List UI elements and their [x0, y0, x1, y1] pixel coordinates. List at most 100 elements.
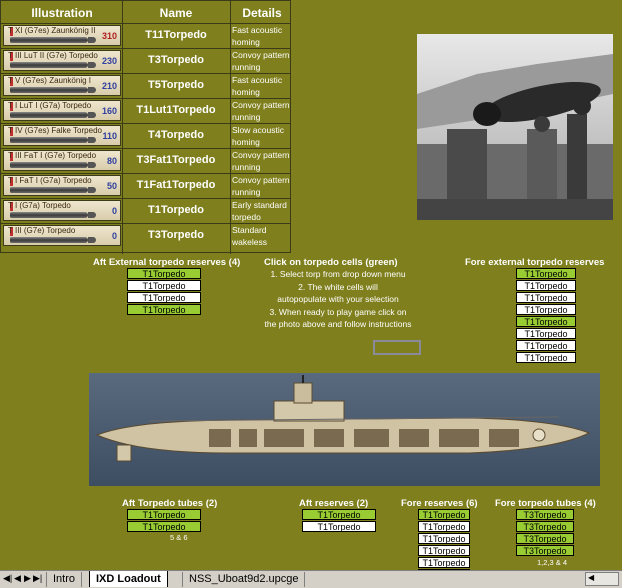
table-row: T XI (G7es) Zaunkönig II 310 T11Torpedo … [1, 23, 291, 48]
torpedo-illus-label: T III LuT II (G7e) Torpedo [8, 51, 98, 60]
instruction-line: the photo above and follow instructions [264, 319, 412, 329]
torpedo-cell[interactable]: T1Torpedo [127, 304, 201, 315]
torpedo-illustration: T III (G7e) Torpedo 0 [3, 225, 121, 246]
torpedo-illustration: T I FaT I (G7a) Torpedo 50 [3, 175, 121, 196]
torpedo-cell[interactable]: T3Torpedo [516, 509, 574, 520]
torpedo-cell[interactable]: T1Torpedo [302, 509, 376, 520]
torpedo-cell[interactable]: T3Torpedo [516, 533, 574, 544]
torpedo-tip-icon [88, 37, 96, 43]
torpedo-icon [10, 112, 88, 118]
selection-box[interactable] [373, 340, 421, 355]
torpedo-illustration: T III FaT I (G7e) Torpedo 80 [3, 150, 121, 171]
tab-ixd-loadout[interactable]: IXD Loadout [89, 571, 168, 587]
torpedo-cell[interactable]: T3Torpedo [516, 545, 574, 556]
torpedo-name: T11Torpedo [145, 29, 207, 41]
tab-intro[interactable]: Intro [46, 572, 83, 587]
torpedo-icon [10, 212, 88, 218]
torpedo-cell: T1Torpedo [418, 521, 470, 532]
torpedo-detail: Convoy pattern running [232, 50, 290, 72]
torpedo-icon [10, 62, 88, 68]
torpedo-cell: T1Torpedo [516, 280, 576, 291]
torpedo-detail: Early standard torpedo [232, 200, 287, 222]
torpedo-cell: T1Torpedo [516, 304, 576, 315]
table-row: T I LuT I (G7a) Torpedo 160 T1Lut1Torped… [1, 98, 291, 123]
torpedo-cell[interactable]: T1Torpedo [127, 509, 201, 520]
torpedo-illus-number: 0 [111, 206, 117, 216]
torpedo-cell[interactable]: T1Torpedo [516, 268, 576, 279]
torpedo-detail: Convoy pattern running [232, 100, 290, 122]
grid-line [1, 73, 291, 74]
torpedo-tip-icon [88, 137, 96, 143]
torpedo-cell: T1Torpedo [127, 280, 201, 291]
torpedo-cell: T1Torpedo [418, 545, 470, 556]
torpedo-illustration: T III LuT II (G7e) Torpedo 230 [3, 50, 121, 71]
tab-last-icon[interactable]: ▶| [33, 573, 42, 584]
tab-nss-uboat[interactable]: NSS_Uboat9d2.upcge [182, 572, 306, 587]
torpedo-illus-number: 160 [101, 106, 117, 116]
torpedo-cell: T1Torpedo [418, 533, 470, 544]
torpedo-name: T3Torpedo [147, 229, 204, 241]
torpedo-icon [10, 137, 88, 143]
tab-prev-icon[interactable]: ◀ [14, 573, 21, 584]
fore-reserves-title: Fore reserves (6) [401, 498, 478, 509]
torpedo-cell: T1Torpedo [418, 557, 470, 568]
instructions-title: Click on torpedo cells (green) [264, 257, 398, 268]
torpedo-cell[interactable]: T1Torpedo [127, 521, 201, 532]
torpedo-illustration: T XI (G7es) Zaunkönig II 310 [3, 25, 121, 46]
torpedo-illus-label: T XI (G7es) Zaunkönig II [8, 26, 96, 35]
aft-tubes-title: Aft Torpedo tubes (2) [122, 498, 218, 509]
table-row: T III LuT II (G7e) Torpedo 230 T3Torpedo… [1, 48, 291, 73]
grid-line [1, 223, 291, 224]
torpedo-detail: Standard wakeless [232, 225, 267, 247]
instruction-line: 1. Select torp from drop down menu [270, 269, 406, 279]
torpedo-icon [10, 237, 88, 243]
torpedo-illus-label: T III FaT I (G7e) Torpedo [8, 151, 97, 160]
uboat-illustration [95, 375, 591, 462]
scroll-left-icon[interactable]: ◀ [588, 573, 594, 582]
torpedo-cell[interactable]: T1Torpedo [418, 509, 470, 520]
grid-line [1, 98, 291, 99]
grid-line [1, 123, 291, 124]
torpedo-illus-number: 310 [101, 31, 117, 41]
fore-external-title: Fore external torpedo reserves [465, 257, 605, 268]
torpedo-cell: T1Torpedo [516, 292, 576, 303]
torpedo-name: T3Fat1Torpedo [136, 154, 216, 166]
torpedo-illustration: T IV (G7es) Falke Torpedo 110 [3, 125, 121, 146]
torpedo-cell: T1Torpedo [516, 328, 576, 339]
instruction-line: autopopulate with your selection [277, 294, 399, 304]
torpedo-cell[interactable]: T1Torpedo [127, 268, 201, 279]
torpedo-name: T3Torpedo [147, 54, 204, 66]
fore-tubes-note: 1,2,3 & 4 [537, 558, 568, 567]
torpedo-name: T4Torpedo [147, 129, 204, 141]
torpedo-tip-icon [88, 212, 96, 218]
torpedo-tip-icon [88, 62, 96, 68]
torpedo-cell[interactable]: T3Torpedo [516, 521, 574, 532]
torpedo-tip-icon [88, 162, 96, 168]
torpedo-icon [10, 37, 88, 43]
header-name: Name [159, 6, 193, 20]
torpedo-tip-icon [88, 237, 96, 243]
torpedo-illus-number: 50 [106, 181, 117, 191]
table-row: T IV (G7es) Falke Torpedo 110 T4Torpedo … [1, 123, 291, 148]
torpedo-illus-number: 230 [101, 56, 117, 66]
torpedo-cell: T1Torpedo [302, 521, 376, 532]
torpedo-cell[interactable]: T1Torpedo [516, 316, 576, 327]
table-row: T I (G7a) Torpedo 0 T1Torpedo Early stan… [1, 198, 291, 223]
torpedo-illustration: T I (G7a) Torpedo 0 [3, 200, 121, 221]
torpedo-loading-photo[interactable] [417, 34, 613, 220]
table-row: T III (G7e) Torpedo 0 T3Torpedo Standard… [1, 223, 291, 248]
torpedo-name: T5Torpedo [147, 79, 204, 91]
torpedo-illus-label: T IV (G7es) Falke Torpedo [8, 126, 102, 135]
grid-line [1, 173, 291, 174]
horizontal-scrollbar[interactable]: ◀ [585, 572, 619, 586]
tab-next-icon[interactable]: ▶ [24, 573, 31, 584]
torpedo-illus-number: 110 [102, 131, 117, 141]
torpedo-illus-label: T I FaT I (G7a) Torpedo [8, 176, 92, 185]
torpedo-cell: T1Torpedo [516, 340, 576, 351]
torpedo-icon [10, 162, 88, 168]
torpedo-illus-number: 210 [101, 81, 117, 91]
torpedo-detail: Slow acoustic homing [232, 125, 284, 147]
sheet-tab-bar: ◀| ◀ ▶ ▶| Intro IXD Loadout NSS_Uboat9d2… [0, 570, 622, 588]
tab-first-icon[interactable]: ◀| [3, 573, 12, 584]
torpedo-detail: Fast acoustic homing [232, 25, 283, 47]
